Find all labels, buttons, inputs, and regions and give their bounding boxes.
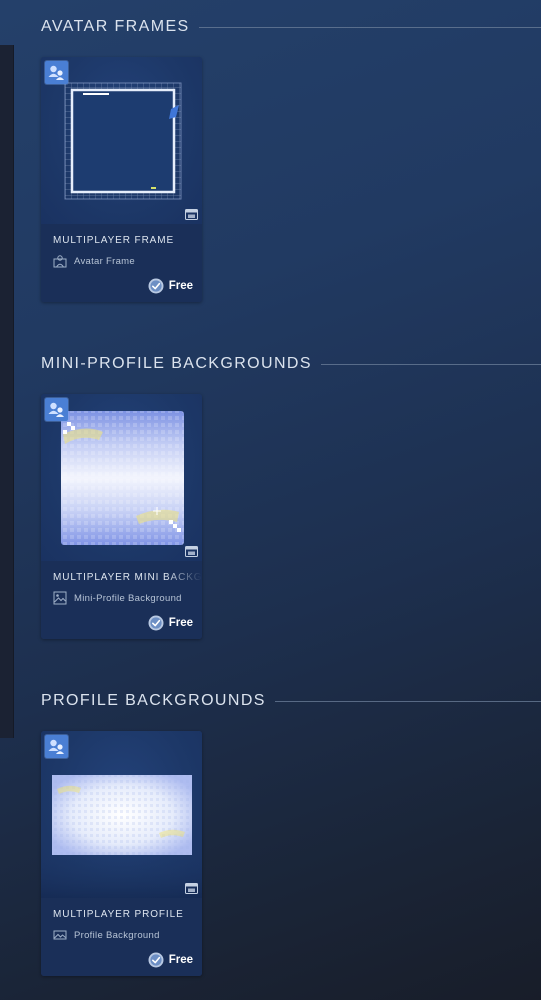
section-title: PROFILE BACKGROUNDS (41, 692, 266, 709)
item-name[interactable]: MULTIPLAYER MINI BACKGROUND (53, 572, 202, 583)
item-type: Avatar Frame (53, 254, 135, 268)
animated-film-icon (185, 546, 198, 557)
multiplayer-icon (45, 61, 68, 84)
section-profile-backgrounds: PROFILE BACKGROUNDS MULTIPLAYER PROFILE … (41, 689, 541, 976)
item-card-profile-background[interactable]: MULTIPLAYER PROFILE Profile Background F… (41, 731, 202, 976)
section-header: AVATAR FRAMES (41, 15, 541, 39)
price[interactable]: Free (148, 615, 193, 631)
points-shop-icon (148, 615, 164, 631)
item-card-avatar-frame[interactable]: MULTIPLAYER FRAME Avatar Frame Free (41, 57, 202, 302)
multiplayer-icon (45, 735, 68, 758)
section-divider (320, 363, 541, 365)
item-type-label: Profile Background (74, 929, 160, 941)
price-label: Free (168, 280, 193, 292)
points-shop-icon (148, 278, 164, 294)
section-title: AVATAR FRAMES (41, 18, 190, 35)
section-divider (274, 700, 541, 702)
section-divider (198, 26, 541, 28)
avatar-frame-icon (53, 255, 67, 268)
item-card-mini-profile-background[interactable]: MULTIPLAYER MINI BACKGROUND Mini-Profile… (41, 394, 202, 639)
animated-film-icon (185, 883, 198, 894)
item-name[interactable]: MULTIPLAYER PROFILE (53, 909, 202, 920)
animated-film-icon (185, 209, 198, 220)
price[interactable]: Free (148, 278, 193, 294)
section-avatar-frames: AVATAR FRAMES MULTIPLAYER FRAME Avatar F… (41, 15, 541, 302)
item-type-label: Avatar Frame (74, 255, 135, 267)
price[interactable]: Free (148, 952, 193, 968)
points-shop-icon (148, 952, 164, 968)
item-type-label: Mini-Profile Background (74, 592, 182, 604)
item-preview[interactable] (41, 57, 202, 224)
item-info: MULTIPLAYER FRAME Avatar Frame Free (41, 224, 202, 302)
item-info: MULTIPLAYER PROFILE Profile Background F… (41, 898, 202, 976)
image-icon (53, 591, 67, 605)
item-type: Profile Background (53, 928, 160, 942)
section-header: MINI-PROFILE BACKGROUNDS (41, 352, 541, 376)
price-label: Free (168, 617, 193, 629)
section-mini-profile-backgrounds: MINI-PROFILE BACKGROUNDS MULTIPLAYER MIN… (41, 352, 541, 639)
section-title: MINI-PROFILE BACKGROUNDS (41, 355, 312, 372)
price-label: Free (168, 954, 193, 966)
item-preview[interactable] (41, 394, 202, 561)
landscape-image-icon (53, 930, 67, 940)
left-sidebar-rail (0, 45, 14, 738)
item-info: MULTIPLAYER MINI BACKGROUND Mini-Profile… (41, 561, 202, 639)
item-type: Mini-Profile Background (53, 591, 182, 605)
section-header: PROFILE BACKGROUNDS (41, 689, 541, 713)
item-name[interactable]: MULTIPLAYER FRAME (53, 235, 202, 246)
multiplayer-icon (45, 398, 68, 421)
item-preview[interactable] (41, 731, 202, 898)
